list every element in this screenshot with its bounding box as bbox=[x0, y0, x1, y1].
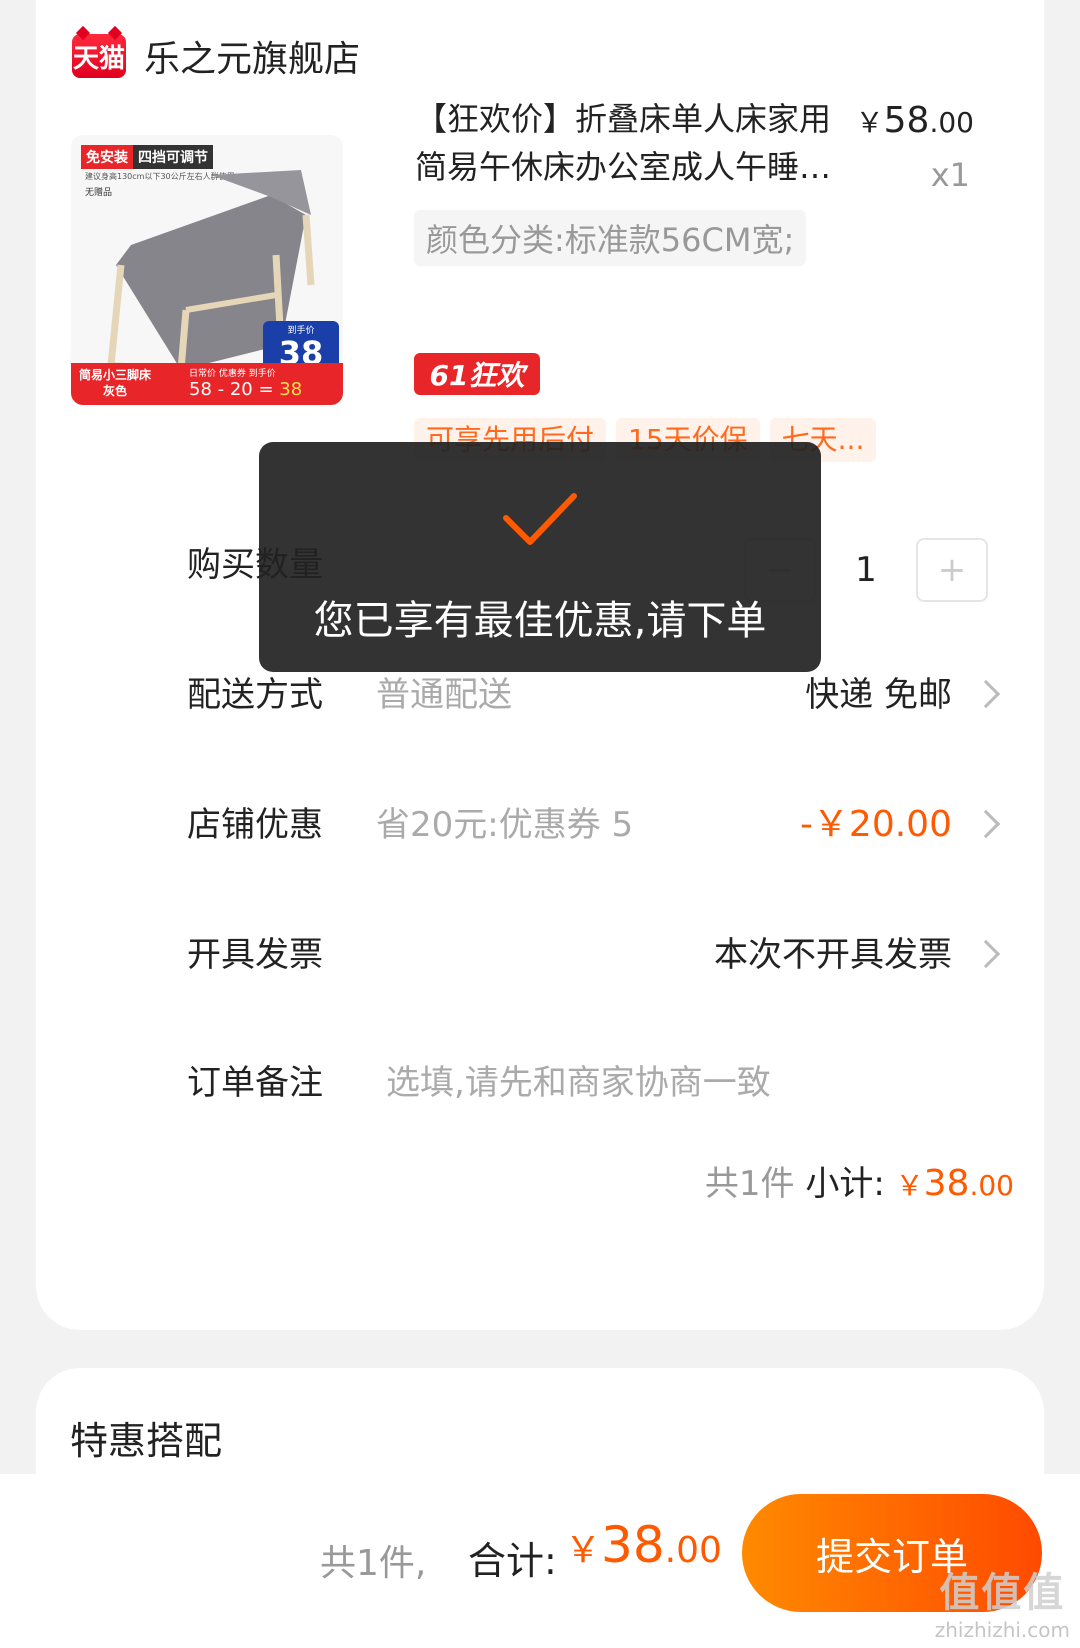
toast-text: 您已享有最佳优惠,请下单 bbox=[313, 598, 767, 644]
invoice-row[interactable]: 开具发票 本次不开具发票 bbox=[36, 920, 1044, 990]
subtotal-count: 共1件 bbox=[704, 1164, 795, 1204]
total-currency: ￥ bbox=[565, 1530, 602, 1571]
chevron-right-icon bbox=[971, 939, 1001, 969]
bottom-total: ￥38.00 bbox=[565, 1516, 722, 1574]
image-price-bar: 简易小三脚床 灰色 日常价 优惠券 到手价 58 - 20 = 38 bbox=[71, 363, 343, 405]
price-currency: ￥ bbox=[855, 106, 884, 139]
product-quantity: x1 bbox=[930, 156, 970, 194]
price-int: 58 bbox=[883, 100, 930, 141]
product-image[interactable]: 免安装 四挡可调节 建议身高130cm以下30公斤左右人群使用 无赠品 到手价 … bbox=[71, 135, 343, 405]
invoice-value: 本次不开具发票 bbox=[714, 935, 952, 975]
watermark: 值值值 zhizhizhi.com bbox=[935, 1560, 1070, 1642]
chevron-right-icon bbox=[971, 809, 1001, 839]
discount-row[interactable]: 店铺优惠 省20元:优惠券 5 -￥20.00 bbox=[36, 790, 1044, 860]
note-label: 订单备注 bbox=[187, 1063, 323, 1103]
subtotal-dec: .00 bbox=[969, 1169, 1014, 1202]
product-title-line1: 【狂欢价】折叠床单人床家用 bbox=[415, 100, 832, 138]
bar-calc-expr: 58 - 20 = bbox=[189, 379, 280, 400]
product-title[interactable]: 【狂欢价】折叠床单人床家用 简易午休床办公室成人午睡… bbox=[415, 95, 875, 191]
product-title-line2: 简易午休床办公室成人午睡… bbox=[415, 148, 832, 186]
bar-calc: 58 - 20 = 38 bbox=[189, 379, 302, 400]
product-price: ￥58.00 bbox=[856, 100, 974, 141]
bar-calc-result: 38 bbox=[279, 379, 303, 400]
delivery-value: 快递 免邮 bbox=[805, 675, 952, 715]
store-header[interactable]: 天猫 乐之元旗舰店 bbox=[72, 30, 360, 82]
store-name[interactable]: 乐之元旗舰店 bbox=[144, 30, 360, 82]
note-input[interactable]: 选填,请先和商家协商一致 bbox=[386, 1048, 771, 1118]
checkmark-icon bbox=[503, 493, 577, 545]
bottom-count: 共1件, bbox=[320, 1543, 427, 1584]
watermark-logo: 值值值 bbox=[939, 1570, 1066, 1616]
bar-name: 简易小三脚床 bbox=[79, 368, 152, 382]
tmall-logo: 天猫 bbox=[72, 34, 126, 78]
promo-badge: 61狂欢 bbox=[414, 353, 540, 395]
invoice-label: 开具发票 bbox=[187, 935, 323, 975]
toast: 您已享有最佳优惠,请下单 bbox=[259, 442, 821, 672]
chevron-right-icon bbox=[971, 679, 1001, 709]
subtotal-int: 38 bbox=[923, 1163, 970, 1204]
subtotal-label: 小计: bbox=[805, 1164, 885, 1204]
discount-label: 店铺优惠 bbox=[187, 805, 323, 845]
quantity-plus-button[interactable]: + bbox=[916, 538, 988, 602]
checkout-bar: 共1件, 合计: ￥38.00 提交订单 bbox=[0, 1474, 1080, 1648]
discount-sub: 省20元:优惠券 5 bbox=[376, 805, 634, 845]
bundle-title: 特惠搭配 bbox=[70, 1419, 223, 1463]
price-dec: .00 bbox=[929, 106, 974, 139]
bottom-total-label: 合计: bbox=[468, 1539, 557, 1583]
watermark-url: zhizhizhi.com bbox=[934, 1618, 1070, 1642]
note-row: 订单备注 选填,请先和商家协商一致 bbox=[36, 1048, 1044, 1118]
total-int: 38 bbox=[601, 1516, 665, 1574]
subtotal-currency: ￥ bbox=[895, 1169, 924, 1202]
total-dec: .00 bbox=[664, 1530, 722, 1571]
bar-calc-labels: 日常价 优惠券 到手价 bbox=[189, 369, 276, 379]
discount-value: -￥20.00 bbox=[799, 804, 952, 845]
bar-color: 灰色 bbox=[103, 384, 128, 398]
subtotal-amount: ￥38.00 bbox=[896, 1163, 1014, 1204]
subtotal: 共1件 小计: ￥38.00 bbox=[705, 1156, 1014, 1205]
image-bar-name: 简易小三脚床 灰色 bbox=[79, 367, 151, 399]
product-sku[interactable]: 颜色分类:标准款56CM宽; bbox=[414, 210, 807, 266]
quantity-value[interactable]: 1 bbox=[816, 538, 916, 602]
